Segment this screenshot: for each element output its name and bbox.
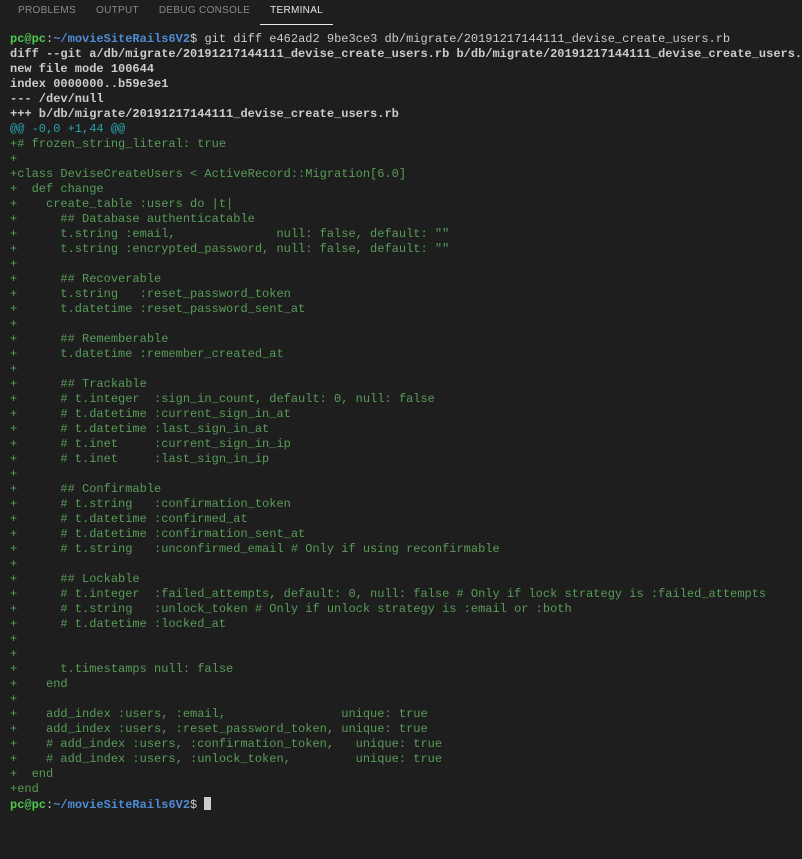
diff-added-line: +: [10, 692, 17, 706]
diff-added-line: + create_table :users do |t|: [10, 197, 233, 211]
diff-added-line: +: [10, 317, 17, 331]
prompt-user-2: pc@pc: [10, 798, 46, 812]
command-text: git diff e462ad2 9be3ce3 db/migrate/2019…: [197, 32, 730, 46]
diff-hunk-header: @@ -0,0 +1,44 @@: [10, 122, 125, 136]
prompt-path-2: ~/movieSiteRails6V2: [53, 798, 190, 812]
diff-added-line: + # t.string :unlock_token # Only if unl…: [10, 602, 572, 616]
diff-added-line: +end: [10, 782, 39, 796]
diff-added-line: + ## Recoverable: [10, 272, 161, 286]
diff-added-line: + # t.datetime :current_sign_in_at: [10, 407, 291, 421]
diff-added-line: + # t.datetime :confirmed_at: [10, 512, 248, 526]
diff-added-line: + # add_index :users, :confirmation_toke…: [10, 737, 442, 751]
diff-added-line: +# frozen_string_literal: true: [10, 137, 226, 151]
diff-added-line: + ## Rememberable: [10, 332, 168, 346]
tab-terminal[interactable]: TERMINAL: [260, 0, 333, 25]
tab-output[interactable]: OUTPUT: [86, 0, 149, 24]
diff-added-line: + add_index :users, :email, unique: true: [10, 707, 428, 721]
diff-added-line: +: [10, 632, 17, 646]
tab-debug-console[interactable]: DEBUG CONSOLE: [149, 0, 260, 24]
diff-body: +# frozen_string_literal: true + +class …: [10, 137, 792, 797]
diff-added-line: + t.timestamps null: false: [10, 662, 233, 676]
diff-added-line: + # t.inet :current_sign_in_ip: [10, 437, 291, 451]
prompt-user: pc@pc: [10, 32, 46, 46]
diff-added-line: + add_index :users, :reset_password_toke…: [10, 722, 428, 736]
diff-added-line: +: [10, 152, 17, 166]
terminal-content[interactable]: pc@pc:~/movieSiteRails6V2$ git diff e462…: [0, 24, 802, 821]
diff-minus-file: --- /dev/null: [10, 92, 104, 106]
diff-added-line: + end: [10, 677, 68, 691]
diff-added-line: +: [10, 467, 17, 481]
diff-added-line: + t.datetime :reset_password_sent_at: [10, 302, 305, 316]
diff-added-line: +: [10, 557, 17, 571]
diff-added-line: + # t.integer :failed_attempts, default:…: [10, 587, 766, 601]
diff-added-line: + ## Trackable: [10, 377, 147, 391]
diff-added-line: + def change: [10, 182, 104, 196]
diff-added-line: + end: [10, 767, 53, 781]
diff-added-line: +: [10, 647, 17, 661]
diff-new-file: new file mode 100644: [10, 62, 154, 76]
diff-added-line: + ## Database authenticatable: [10, 212, 255, 226]
diff-added-line: +class DeviseCreateUsers < ActiveRecord:…: [10, 167, 406, 181]
diff-added-line: +: [10, 362, 17, 376]
diff-added-line: + # t.datetime :last_sign_in_at: [10, 422, 269, 436]
diff-index: index 0000000..b59e3e1: [10, 77, 168, 91]
diff-added-line: + # t.string :confirmation_token: [10, 497, 291, 511]
prompt-dollar-2: $: [190, 798, 197, 812]
diff-added-line: + ## Confirmable: [10, 482, 161, 496]
panel-tabs: PROBLEMS OUTPUT DEBUG CONSOLE TERMINAL: [0, 0, 802, 24]
diff-added-line: +: [10, 257, 17, 271]
diff-added-line: + t.string :encrypted_password, null: fa…: [10, 242, 449, 256]
tab-problems[interactable]: PROBLEMS: [8, 0, 86, 24]
diff-file-header: diff --git a/db/migrate/20191217144111_d…: [10, 47, 802, 61]
prompt-path: ~/movieSiteRails6V2: [53, 32, 190, 46]
diff-added-line: + ## Lockable: [10, 572, 140, 586]
diff-added-line: + # t.string :unconfirmed_email # Only i…: [10, 542, 500, 556]
diff-added-line: + t.string :reset_password_token: [10, 287, 291, 301]
diff-plus-file: +++ b/db/migrate/20191217144111_devise_c…: [10, 107, 399, 121]
diff-added-line: + # t.inet :last_sign_in_ip: [10, 452, 269, 466]
diff-added-line: + t.string :email, null: false, default:…: [10, 227, 449, 241]
diff-added-line: + t.datetime :remember_created_at: [10, 347, 284, 361]
terminal-cursor: [204, 797, 211, 810]
diff-added-line: + # add_index :users, :unlock_token, uni…: [10, 752, 442, 766]
diff-added-line: + # t.integer :sign_in_count, default: 0…: [10, 392, 435, 406]
diff-added-line: + # t.datetime :confirmation_sent_at: [10, 527, 305, 541]
diff-added-line: + # t.datetime :locked_at: [10, 617, 226, 631]
